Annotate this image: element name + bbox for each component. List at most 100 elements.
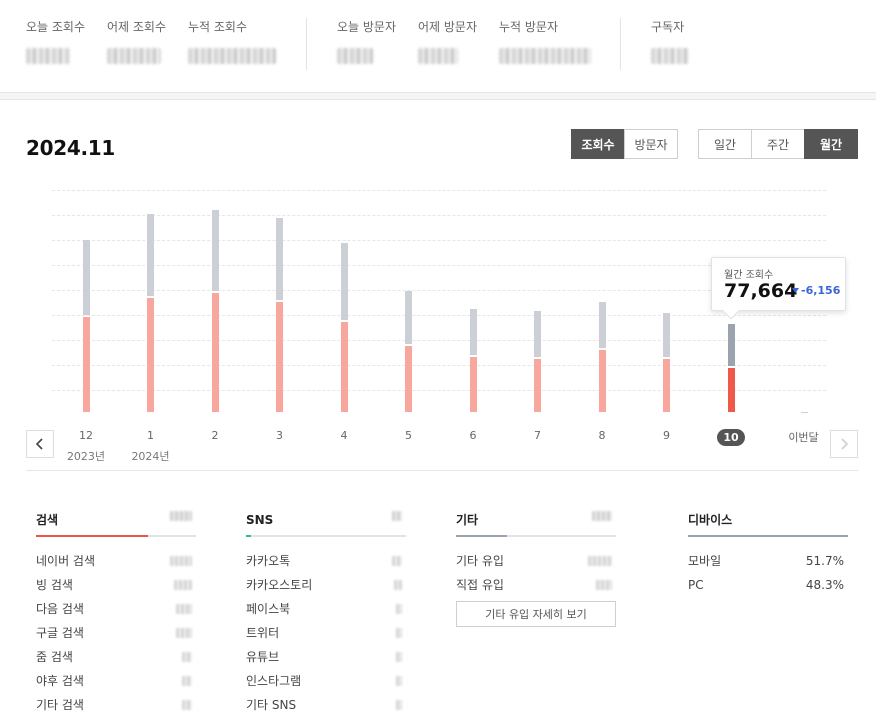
x-tick-label[interactable]: 6: [448, 429, 498, 442]
x-tick-label[interactable]: 8: [577, 429, 627, 442]
metric-views-button[interactable]: 조회수: [571, 129, 625, 159]
breakdown-row-value-redacted: [182, 700, 192, 710]
grid-line: [52, 190, 826, 191]
x-tick-label[interactable]: 3: [255, 429, 305, 442]
breakdown-row-label: 구글 검색: [36, 626, 84, 640]
breakdown-row-label: 카카오스토리: [246, 578, 313, 592]
breakdown-row: 페이스북: [246, 597, 406, 621]
breakdown-row: 기타 유입: [456, 549, 616, 573]
stat-yesterday-visitors: 어제 방문자: [418, 18, 477, 64]
breakdown-row-label: 야후 검색: [36, 674, 84, 688]
chevron-right-icon: [841, 438, 849, 450]
stat-value-redacted: [418, 48, 458, 64]
etc-detail-button[interactable]: 기타 유입 자세히 보기: [456, 601, 616, 627]
metric-visitors-button[interactable]: 방문자: [624, 129, 678, 159]
breakdown-search: 검색 네이버 검색 빙 검색 다음 검색 구글 검색 줌 검색 야후 검색 기타 검색: [36, 509, 196, 717]
x-tick-label[interactable]: 이번달: [779, 429, 829, 445]
bar-segment-total: [82, 240, 90, 316]
breakdown-row-label: 트위터: [246, 626, 280, 640]
bar-segment-part: [727, 368, 735, 412]
breakdown-row-value-redacted: [176, 628, 192, 638]
period-monthly-button[interactable]: 월간: [804, 129, 858, 159]
breakdown-title: 디바이스: [688, 513, 733, 527]
breakdown-bar: [688, 535, 848, 537]
period-daily-button[interactable]: 일간: [698, 129, 752, 159]
breakdown-row: PC 48.3%: [688, 573, 848, 597]
breakdown-sns: SNS 카카오톡 카카오스토리 페이스북 트위터 유튜브 인스타그램 기타 SNS: [246, 509, 406, 717]
chart-bar[interactable]: [534, 310, 541, 412]
chart-bar[interactable]: [340, 242, 348, 412]
breakdown-header: SNS: [246, 509, 406, 537]
breakdown-row: 유튜브: [246, 645, 406, 669]
breakdown-total-redacted: [170, 511, 192, 521]
stat-value-redacted: [499, 48, 591, 64]
section-divider: [26, 470, 858, 471]
breakdown-row-label: 줌 검색: [36, 650, 73, 664]
bar-segment-total: [147, 214, 154, 296]
breakdown-bar: [246, 535, 406, 537]
stats-divider: [306, 18, 307, 70]
bar-segment-total: [598, 302, 606, 349]
breakdown-row: 모바일 51.7%: [688, 549, 848, 573]
chart-bar[interactable]: [663, 313, 670, 412]
breakdown-title: SNS: [246, 513, 274, 527]
bar-segment-part: [211, 293, 219, 412]
breakdown-row-label: 네이버 검색: [36, 554, 96, 568]
chart-bar[interactable]: [276, 218, 283, 412]
x-year-label: 2023년: [66, 450, 106, 463]
breakdown-bar-fill: [246, 535, 251, 537]
stat-label: 오늘 조회수: [26, 20, 86, 34]
grid-line: [52, 340, 826, 341]
x-tick-label[interactable]: 9: [642, 429, 692, 442]
bar-segment-part: [82, 317, 90, 412]
breakdown-row: 줌 검색: [36, 645, 196, 669]
breakdown-row: 다음 검색: [36, 597, 196, 621]
breakdown-list: 카카오톡 카카오스토리 페이스북 트위터 유튜브 인스타그램 기타 SNS: [246, 549, 406, 717]
stat-label: 어제 방문자: [418, 20, 478, 34]
stat-label: 구독자: [651, 20, 685, 34]
chart-bar[interactable]: [82, 240, 90, 412]
stat-total-views: 누적 조회수: [188, 18, 276, 64]
bar-segment-total: [276, 218, 283, 300]
breakdown-header: 디바이스: [688, 509, 848, 537]
breakdown-row: 직접 유입: [456, 573, 616, 597]
breakdown-row-value-redacted: [396, 628, 402, 638]
chart-bar[interactable]: [598, 302, 606, 412]
x-tick-label[interactable]: 5: [384, 429, 434, 442]
breakdown-title: 기타: [456, 513, 479, 527]
breakdown-row: 인스타그램: [246, 669, 406, 693]
period-title: 2024.11: [26, 136, 115, 160]
x-tick-selected-badge: 10: [717, 429, 745, 446]
chart-bar[interactable]: [469, 308, 477, 412]
chart-bar[interactable]: [405, 291, 412, 412]
x-tick-label[interactable]: 7: [513, 429, 563, 442]
bar-segment-part: [469, 356, 477, 412]
x-tick-label[interactable]: 12: [61, 429, 111, 442]
breakdown-row: 기타 검색: [36, 693, 196, 717]
chart-next-button[interactable]: [830, 430, 858, 458]
grid-line: [52, 265, 826, 266]
x-tick-label[interactable]: 1: [126, 429, 176, 442]
breakdown-row-label: 빙 검색: [36, 578, 73, 592]
tooltip-value: 77,664: [724, 280, 798, 302]
x-tick-label[interactable]: 4: [319, 429, 369, 442]
breakdown-row: 카카오스토리: [246, 573, 406, 597]
stat-label: 어제 조회수: [107, 20, 167, 34]
x-tick-label[interactable]: 2: [190, 429, 240, 442]
breakdown-row-label: 인스타그램: [246, 674, 302, 688]
breakdown-row-value: 48.3%: [805, 578, 844, 592]
stats-bottom-divider: [0, 92, 876, 100]
grid-line: [52, 215, 826, 216]
period-weekly-button[interactable]: 주간: [751, 129, 805, 159]
chart-bar[interactable]: [147, 214, 154, 412]
bar-segment-part: [147, 297, 154, 412]
breakdown-row-value-redacted: [588, 556, 612, 566]
stat-value-redacted: [26, 48, 70, 64]
breakdown-list: 모바일 51.7% PC 48.3%: [688, 549, 848, 597]
chart-bar[interactable]: [727, 324, 735, 412]
chart-bar[interactable]: [211, 209, 219, 412]
chart-prev-button[interactable]: [26, 430, 54, 458]
x-tick-label[interactable]: 10: [706, 429, 756, 446]
bar-segment-part: [276, 301, 283, 412]
grid-line: [52, 240, 826, 241]
